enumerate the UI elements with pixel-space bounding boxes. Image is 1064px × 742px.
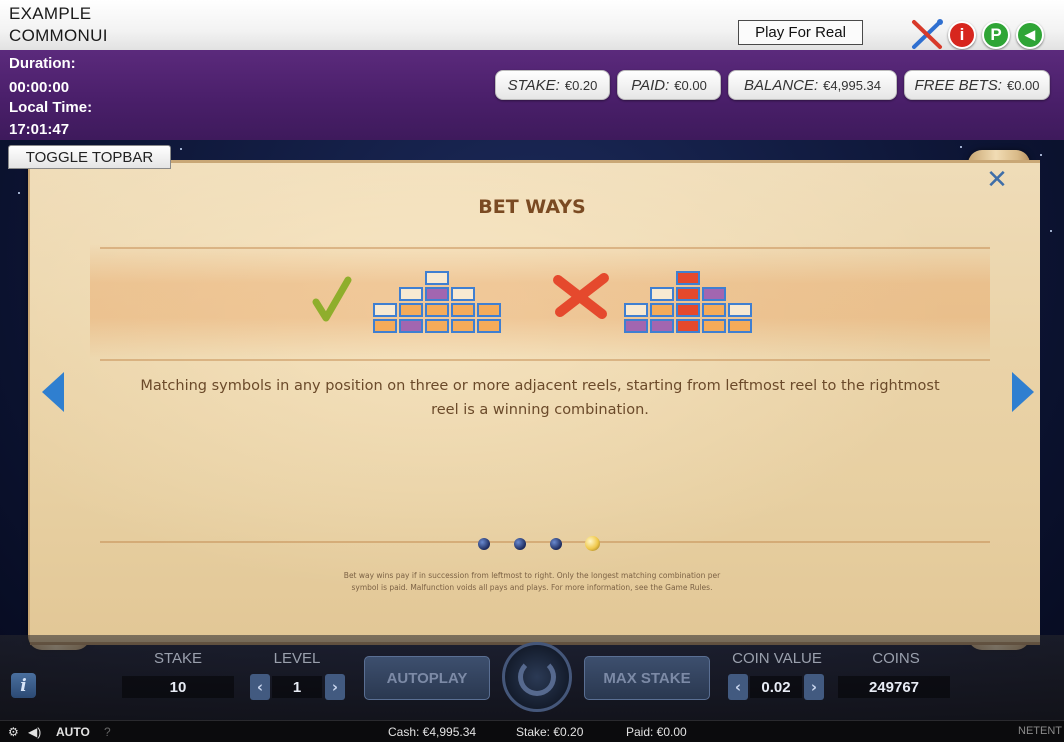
paid-status: Paid: €0.00	[626, 725, 687, 739]
grid-cell	[399, 287, 423, 301]
sound-toggle-icon[interactable]: ◀)	[28, 725, 41, 739]
paid-pill-value: €0.00	[674, 77, 707, 93]
page-dot-1[interactable]	[478, 538, 490, 550]
free-bets-pill: FREE BETS: €0.00	[904, 70, 1050, 100]
grid-cell	[728, 303, 752, 317]
stake-pill: STAKE: €0.20	[495, 70, 610, 100]
coins-value: 249767	[838, 676, 950, 698]
game-info-button[interactable]: i	[11, 673, 36, 698]
settings-icon[interactable]: ⚙	[8, 725, 19, 739]
duration-value: 00:00:00	[9, 79, 70, 96]
paid-pill: PAID: €0.00	[617, 70, 721, 100]
grid-cell	[728, 319, 752, 333]
tools-icon[interactable]	[910, 18, 946, 50]
close-icon[interactable]: ✕	[985, 167, 1009, 193]
sound-icon[interactable]: ◀	[1016, 21, 1044, 49]
netent-logo: NETENT	[1018, 725, 1062, 737]
spin-button[interactable]	[502, 642, 572, 712]
balance-pill-value: €4,995.34	[823, 77, 882, 93]
paid-pill-label: PAID:	[631, 76, 670, 94]
balance-pill-label: BALANCE:	[743, 76, 819, 94]
balance-pill: BALANCE: €4,995.34	[728, 70, 897, 100]
level-decrease-button[interactable]: ‹	[250, 674, 270, 700]
local-time-label: Local Time:	[9, 99, 93, 116]
stake-pill-label: STAKE:	[507, 76, 560, 94]
play-for-real-button[interactable]: Play For Real	[738, 20, 863, 45]
coin-value-decrease-button[interactable]: ‹	[728, 674, 748, 700]
grid-cell	[676, 287, 700, 301]
grid-cell	[676, 271, 700, 285]
grid-cell	[676, 303, 700, 317]
free-bets-pill-value: €0.00	[1006, 77, 1040, 93]
grid-cell	[425, 303, 449, 317]
coin-value-increase-button[interactable]: ›	[804, 674, 824, 700]
check-icon	[312, 276, 352, 324]
grid-cell	[477, 319, 501, 333]
grid-cell	[425, 287, 449, 301]
app-title-line1: EXAMPLE	[9, 4, 92, 23]
status-bar: ⚙ ◀) AUTO ? Cash: €4,995.34 Stake: €0.20…	[0, 720, 1064, 742]
grid-cell	[676, 319, 700, 333]
grid-cell	[624, 319, 648, 333]
scroll-band	[90, 243, 990, 358]
info-icon[interactable]: i	[948, 21, 976, 49]
duration-label: Duration:	[9, 55, 76, 72]
grid-cell	[451, 319, 475, 333]
grid-cell	[399, 303, 423, 317]
stake-label: STAKE	[153, 650, 203, 667]
coin-value: 0.02	[750, 676, 802, 698]
grid-cell	[451, 287, 475, 301]
next-page-arrow-icon[interactable]	[1012, 372, 1034, 412]
auto-label[interactable]: AUTO	[56, 725, 90, 739]
page-dot-4-active[interactable]	[585, 536, 600, 551]
grid-cell	[373, 303, 397, 317]
grid-cell	[451, 303, 475, 317]
grid-cell	[477, 303, 501, 317]
coin-value-label: COIN VALUE	[732, 650, 822, 667]
stake-value: 10	[122, 676, 234, 698]
grid-cell	[702, 303, 726, 317]
grid-cell	[650, 319, 674, 333]
spin-icon	[518, 658, 556, 696]
title-bar: EXAMPLE COMMONUI Play For Real i P ◀	[0, 0, 1064, 50]
level-label: LEVEL	[273, 650, 321, 667]
local-time-value: 17:01:47	[9, 121, 70, 138]
level-increase-button[interactable]: ›	[325, 674, 345, 700]
cash-status: Cash: €4,995.34	[388, 725, 477, 739]
grid-cell	[702, 287, 726, 301]
grid-cell	[373, 319, 397, 333]
disclaimer-line2: symbol is paid. Malfunction voids all pa…	[351, 583, 713, 592]
grid-cell	[399, 319, 423, 333]
help-icon[interactable]: ?	[104, 725, 111, 739]
help-body-line1: Matching symbols in any position on thre…	[140, 378, 940, 394]
grid-cell	[702, 319, 726, 333]
grid-cell	[650, 287, 674, 301]
paytable-icon[interactable]: P	[982, 21, 1010, 49]
grid-cell	[624, 303, 648, 317]
autoplay-button[interactable]: AUTOPLAY	[364, 656, 490, 700]
disclaimer-line1: Bet way wins pay if in succession from l…	[343, 571, 721, 580]
help-title: BET WAYS	[478, 196, 586, 218]
toggle-topbar-button[interactable]: TOGGLE TOPBAR	[8, 145, 171, 169]
cross-icon	[548, 270, 612, 322]
free-bets-pill-label: FREE BETS:	[914, 76, 1002, 94]
help-body-text: Matching symbols in any position on thre…	[115, 374, 965, 422]
disclaimer-text: Bet way wins pay if in succession from l…	[300, 570, 764, 594]
coins-label: COINS	[872, 650, 920, 667]
app-title-line2: COMMONUI	[9, 26, 108, 45]
stake-pill-value: €0.20	[564, 77, 598, 93]
grid-cell	[425, 319, 449, 333]
grid-cell	[425, 271, 449, 285]
page-dot-2[interactable]	[514, 538, 526, 550]
stake-status: Stake: €0.20	[516, 725, 584, 739]
max-stake-button[interactable]: MAX STAKE	[584, 656, 710, 700]
previous-page-arrow-icon[interactable]	[42, 372, 64, 412]
help-body-line2: reel is a winning combination.	[431, 402, 649, 418]
grid-cell	[650, 303, 674, 317]
page-dot-3[interactable]	[550, 538, 562, 550]
level-value: 1	[272, 676, 322, 698]
